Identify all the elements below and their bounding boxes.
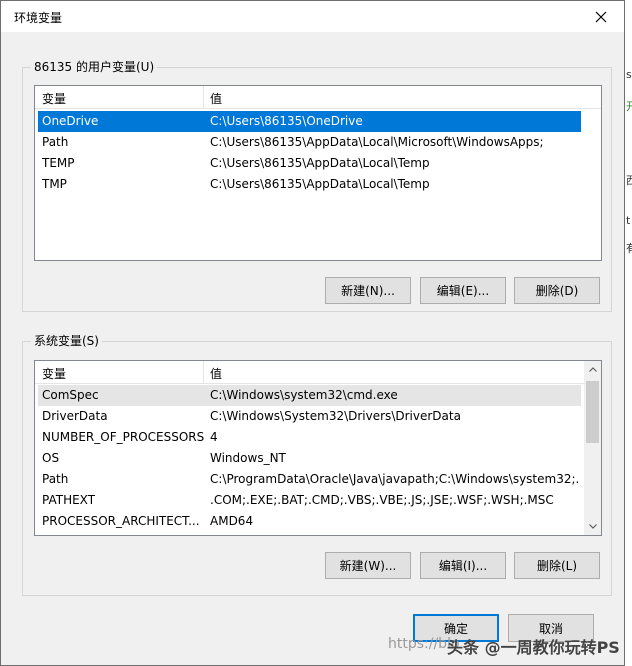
table-row[interactable]: NUMBER_OF_PROCESSORS 4 [38, 427, 581, 448]
variable-name: DriverData [42, 409, 108, 423]
variable-name: ComSpec [42, 388, 99, 402]
system-edit-button[interactable]: 编辑(I)... [420, 552, 506, 579]
user-variables-list[interactable]: 变量 值 OneDrive C:\Users\86135\OneDrive Pa… [34, 85, 602, 261]
scroll-up-button[interactable] [584, 361, 601, 378]
user-edit-button[interactable]: 编辑(E)... [420, 277, 506, 304]
list-header: 变量 值 [35, 361, 601, 384]
variable-value: C:\Users\86135\AppData\Local\Temp [210, 156, 430, 170]
background-text: 开 [626, 100, 632, 113]
scroll-down-button[interactable] [584, 518, 601, 535]
table-row[interactable]: Path C:\ProgramData\Oracle\Java\javapath… [38, 469, 581, 490]
column-header-value[interactable]: 值 [210, 365, 222, 382]
background-text: 有 [626, 242, 632, 255]
watermark-text: 头条 @一周教你玩转PS [447, 638, 620, 657]
list-header: 变量 值 [35, 86, 601, 109]
table-row[interactable]: TEMP C:\Users\86135\AppData\Local\Temp [38, 153, 581, 174]
variable-value: .COM;.EXE;.BAT;.CMD;.VBS;.VBE;.JS;.JSE;.… [210, 493, 554, 507]
user-delete-button[interactable]: 删除(D) [514, 277, 600, 304]
column-divider[interactable] [203, 86, 204, 108]
variable-value: AMD64 [210, 514, 254, 528]
chevron-down-icon [588, 524, 597, 529]
column-header-value[interactable]: 值 [210, 90, 222, 107]
variable-value: C:\ProgramData\Oracle\Java\javapath;C:\W… [210, 472, 578, 486]
table-row[interactable]: ComSpec C:\Windows\system32\cmd.exe [38, 385, 581, 406]
table-row[interactable]: OneDrive C:\Users\86135\OneDrive [38, 111, 581, 132]
variable-name: OS [42, 451, 60, 465]
table-row[interactable]: OS Windows_NT [38, 448, 581, 469]
table-row[interactable]: TMP C:\Users\86135\AppData\Local\Temp [38, 174, 581, 195]
environment-variables-dialog: 环境变量 86135 的用户变量(U) 变量 值 OneDrive C:\Use… [0, 0, 625, 666]
table-row[interactable]: PATHEXT .COM;.EXE;.BAT;.CMD;.VBS;.VBE;.J… [38, 490, 581, 511]
variable-name: TMP [42, 177, 67, 191]
column-header-variable[interactable]: 变量 [42, 90, 66, 107]
background-text: 西 [626, 174, 632, 187]
variable-name: NUMBER_OF_PROCESSORS [42, 430, 205, 444]
variable-name: TEMP [42, 156, 75, 170]
background-text: st [626, 68, 632, 81]
dialog-title: 环境变量 [14, 11, 63, 25]
variable-value: 4 [210, 430, 218, 444]
table-row[interactable]: Path C:\Users\86135\AppData\Local\Micros… [38, 132, 581, 153]
chevron-up-icon [588, 367, 597, 372]
close-button[interactable] [578, 1, 624, 32]
user-variables-label: 86135 的用户变量(U) [31, 59, 158, 75]
close-icon [595, 11, 607, 22]
user-new-button[interactable]: 新建(N)... [325, 277, 411, 304]
system-variables-list[interactable]: 变量 值 ComSpec C:\Windows\system32\cmd.exe… [34, 360, 602, 536]
variable-value: C:\Windows\System32\Drivers\DriverData [210, 409, 461, 423]
vertical-scrollbar[interactable] [584, 361, 601, 535]
variable-name: Path [42, 135, 69, 149]
variable-value: C:\Windows\system32\cmd.exe [210, 388, 398, 402]
user-variables-group: 86135 的用户变量(U) 变量 值 OneDrive C:\Users\86… [22, 59, 612, 312]
variable-value: Windows_NT [210, 451, 286, 465]
scrollbar-thumb[interactable] [586, 381, 599, 443]
column-header-variable[interactable]: 变量 [42, 365, 66, 382]
system-delete-button[interactable]: 删除(L) [514, 552, 600, 579]
variable-value: C:\Users\86135\AppData\Local\Temp [210, 177, 430, 191]
system-new-button[interactable]: 新建(W)... [325, 552, 411, 579]
variable-value: C:\Users\86135\AppData\Local\Microsoft\W… [210, 135, 544, 149]
table-row[interactable]: DriverData C:\Windows\System32\Drivers\D… [38, 406, 581, 427]
variable-name: OneDrive [42, 114, 99, 128]
title-bar: 环境变量 [1, 1, 624, 32]
background-text: t [626, 214, 631, 227]
variable-name: PROCESSOR_ARCHITECT... [42, 514, 200, 528]
variable-name: Path [42, 472, 69, 486]
system-variables-label: 系统变量(S) [31, 333, 102, 349]
table-row[interactable]: PROCESSOR_ARCHITECT... AMD64 [38, 511, 581, 532]
variable-name: PATHEXT [42, 493, 96, 507]
variable-value: C:\Users\86135\OneDrive [210, 114, 363, 128]
column-divider[interactable] [203, 361, 204, 383]
system-variables-group: 系统变量(S) 变量 值 ComSpec C:\Windows\system32… [22, 333, 612, 596]
